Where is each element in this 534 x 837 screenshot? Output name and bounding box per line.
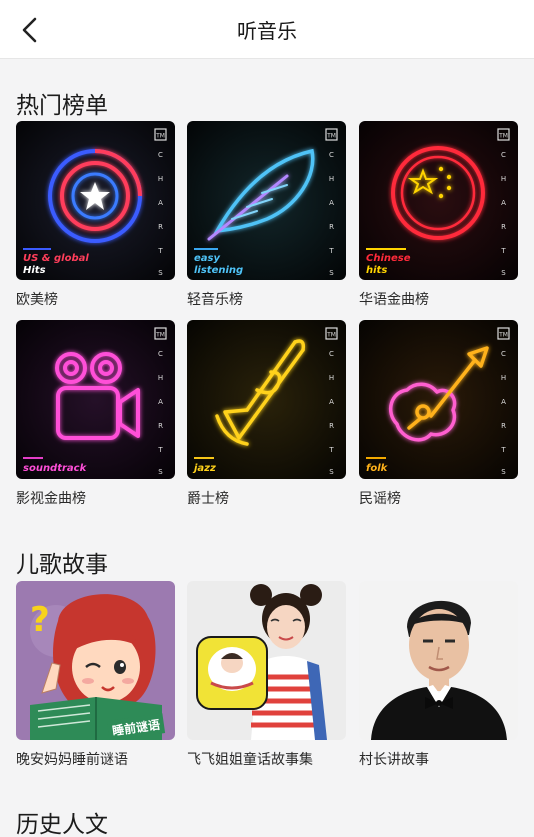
svg-text:R: R [158, 422, 163, 430]
svg-text:C: C [158, 350, 163, 358]
section-title-charts: 热门榜单 [16, 93, 108, 119]
svg-text:C: C [158, 151, 163, 159]
svg-text:C: C [501, 151, 506, 159]
chart-tag-line1: folk [366, 463, 389, 474]
section-title-history: 历史人文 [16, 812, 108, 837]
svg-text:T: T [500, 247, 506, 255]
svg-text:TM: TM [498, 332, 508, 339]
kids-caption-bedtime-riddles[interactable]: 晚安妈妈睡前谜语 [16, 749, 128, 769]
svg-text:A: A [329, 398, 334, 406]
top-bar: 听音乐 [0, 0, 534, 59]
svg-text:H: H [329, 374, 334, 382]
chart-tag-line1: easy [194, 253, 220, 264]
svg-text:A: A [158, 398, 163, 406]
chart-caption-soundtrack[interactable]: 影视金曲榜 [16, 488, 86, 508]
svg-text:T: T [328, 247, 334, 255]
chart-tile-soundtrack[interactable]: TM C H A R T S soundtrack [16, 320, 175, 479]
svg-text:A: A [329, 199, 334, 207]
svg-text:H: H [158, 374, 163, 382]
chart-caption-folk[interactable]: 民谣榜 [359, 488, 401, 508]
section-title-kids: 儿歌故事 [16, 552, 108, 578]
cartoon-girl-illustration: ? 睡前谜语 [16, 581, 175, 740]
svg-text:C: C [501, 350, 506, 358]
host-photo [359, 581, 518, 740]
svg-text:TM: TM [326, 133, 336, 140]
chart-tag-line1: Chinese [366, 253, 411, 264]
svg-text:T: T [157, 247, 163, 255]
svg-text:A: A [501, 199, 506, 207]
kids-caption-feifei-stories[interactable]: 飞飞姐姐童话故事集 [187, 749, 313, 769]
svg-text:C: C [329, 151, 334, 159]
chart-tag-line2: hits [366, 265, 387, 276]
svg-text:A: A [501, 398, 506, 406]
chart-tag-line1: US & global [23, 253, 89, 264]
chart-tag-line2: Hits [23, 265, 46, 276]
svg-text:H: H [501, 374, 506, 382]
svg-text:TM: TM [498, 133, 508, 140]
kids-tile-village-head-stories[interactable] [359, 581, 518, 740]
charts-logo-mark: TM [155, 133, 165, 140]
svg-text:T: T [157, 446, 163, 454]
svg-text:S: S [501, 468, 506, 476]
chart-tag-line1: jazz [192, 463, 216, 474]
question-mark-icon: ? [30, 600, 50, 640]
svg-text:R: R [329, 422, 334, 430]
chart-tile-easy-listening[interactable]: TM C H A R T S easy listening [187, 121, 346, 280]
svg-text:R: R [329, 223, 334, 231]
chart-tile-us-global[interactable]: TM C H A R T S US & global Hits [16, 121, 175, 280]
chart-caption-easy-listening[interactable]: 轻音乐榜 [187, 289, 243, 309]
svg-text:T: T [328, 446, 334, 454]
svg-text:H: H [501, 175, 506, 183]
page-title: 听音乐 [237, 19, 297, 43]
svg-text:S: S [158, 269, 163, 277]
svg-text:S: S [158, 468, 163, 476]
svg-text:A: A [158, 199, 163, 207]
svg-text:S: S [501, 269, 506, 277]
storyteller-photo [187, 581, 346, 740]
svg-text:R: R [501, 223, 506, 231]
svg-text:R: R [501, 422, 506, 430]
svg-text:S: S [329, 269, 334, 277]
chart-caption-us-global[interactable]: 欧美榜 [16, 289, 58, 309]
svg-text:C: C [329, 350, 334, 358]
chart-caption-jazz[interactable]: 爵士榜 [187, 488, 229, 508]
star-target-icon [48, 149, 142, 243]
chart-tile-chinese-hits[interactable]: TM C H A R T S Chinese hits [359, 121, 518, 280]
svg-text:TM: TM [326, 332, 336, 339]
svg-text:H: H [329, 175, 334, 183]
kids-tile-feifei-stories[interactable] [187, 581, 346, 740]
kids-caption-village-head-stories[interactable]: 村长讲故事 [359, 749, 429, 769]
kids-tile-bedtime-riddles[interactable]: ? 睡前谜语 [16, 581, 175, 740]
svg-text:H: H [158, 175, 163, 183]
chart-tag-line1: soundtrack [23, 463, 88, 474]
chart-tag-line2: listening [194, 265, 243, 276]
chart-tile-folk[interactable]: TM C H A R T S folk [359, 320, 518, 479]
svg-text:TM: TM [155, 332, 165, 339]
svg-text:R: R [158, 223, 163, 231]
svg-text:S: S [329, 468, 334, 476]
chart-tile-jazz[interactable]: TM C H A R T S jazz [187, 320, 346, 479]
chart-caption-chinese-hits[interactable]: 华语金曲榜 [359, 289, 429, 309]
svg-text:T: T [500, 446, 506, 454]
